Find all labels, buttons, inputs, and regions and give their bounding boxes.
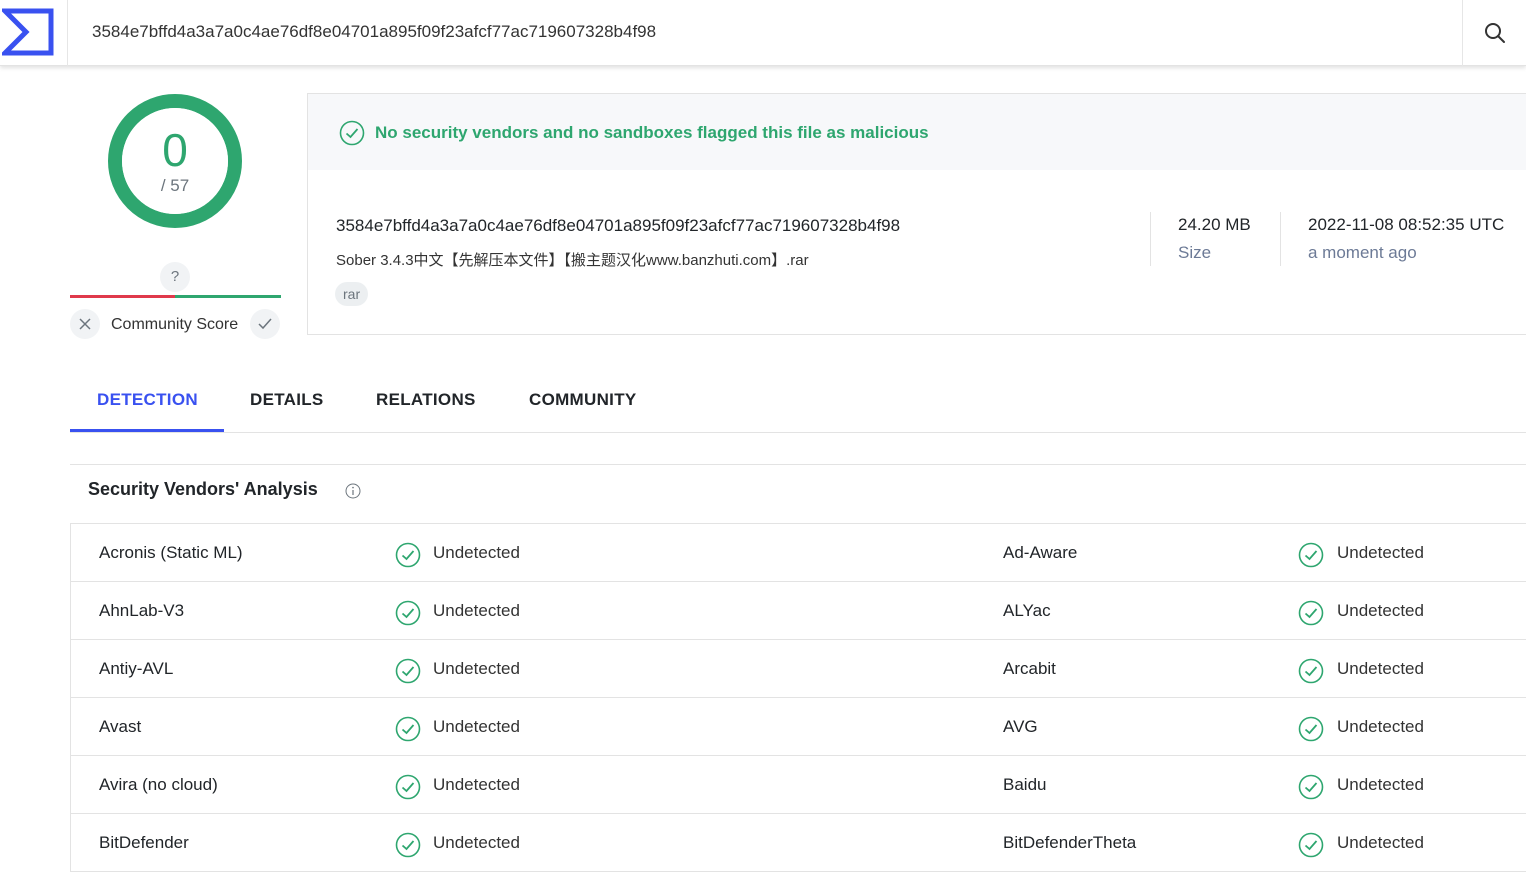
check-circle-icon [1298, 774, 1324, 805]
analysis-date-relative: a moment ago [1308, 243, 1417, 262]
community-score-unknown: ? [160, 262, 190, 292]
vendor-name: Ad-Aware [1003, 543, 1078, 562]
search-input[interactable] [92, 20, 1432, 44]
verdict-message: No security vendors and no sandboxes fla… [375, 123, 929, 142]
meta-divider [1150, 212, 1151, 266]
file-size-label: Size [1178, 243, 1212, 262]
file-hash[interactable]: 3584e7bffd4a3a7a0c4ae76df8e04701a895f09f… [336, 216, 900, 236]
vendor-results-table: Acronis (Static ML) Undetected Ad-Aware Und… [70, 523, 1526, 872]
vendor-result: Undetected [433, 775, 520, 794]
table-row: AhnLab-V3 Undetected ALYac Undetected [71, 582, 1526, 640]
vendor-name: ALYac [1003, 601, 1051, 620]
check-circle-icon [395, 774, 421, 805]
table-row: Antiy-AVL Undetected Arcabit Undetected [71, 640, 1526, 698]
section-title: Security Vendors' Analysis [88, 479, 318, 499]
check-circle-icon [339, 120, 365, 146]
table-row: Avira (no cloud) Undetected Baidu Undetecte… [71, 756, 1526, 814]
search-button[interactable] [1462, 0, 1526, 66]
vendor-result: Undetected [433, 601, 520, 620]
active-tab-indicator [70, 429, 224, 432]
community-bar-positive [175, 295, 281, 298]
table-row: BitDefender Undetected BitDefenderTheta Und… [71, 814, 1526, 872]
vendor-result: Undetected [1337, 659, 1424, 678]
sigma-logo-icon [2, 8, 54, 56]
report-tabs: DETECTION DETAILS RELATIONS COMMUNITY [70, 378, 1526, 433]
check-circle-icon [1298, 600, 1324, 631]
vendor-name: AhnLab-V3 [99, 601, 185, 620]
vendor-result: Undetected [1337, 717, 1424, 736]
check-circle-icon [1298, 658, 1324, 689]
vendor-result: Undetected [433, 717, 520, 736]
verdict-banner: No security vendors and no sandboxes fla… [308, 94, 1526, 170]
check-circle-icon [395, 658, 421, 689]
tab-community[interactable]: COMMUNITY [529, 390, 637, 410]
meta-divider [1280, 212, 1281, 266]
vendor-result: Undetected [1337, 543, 1424, 562]
analysis-date-value: 2022-11-08 08:52:35 UTC [1308, 215, 1505, 234]
check-circle-icon [1298, 716, 1324, 747]
tab-details[interactable]: DETAILS [250, 390, 324, 410]
vendor-name: Antiy-AVL [99, 659, 174, 678]
check-circle-icon [1298, 542, 1324, 573]
file-size-value: 24.20 MB [1178, 215, 1251, 234]
check-circle-icon [395, 832, 421, 863]
vendor-name: BitDefenderTheta [1003, 833, 1137, 852]
vendor-name: Arcabit [1003, 659, 1056, 678]
detection-count: 0 [162, 124, 188, 176]
check-circle-icon [395, 716, 421, 747]
vendor-name: AVG [1003, 717, 1038, 736]
check-circle-icon [395, 600, 421, 631]
table-row: Avast Undetected AVG Undetected [71, 698, 1526, 756]
info-icon[interactable] [345, 483, 361, 499]
vendor-name: Acronis (Static ML) [99, 543, 243, 562]
check-circle-icon [1298, 832, 1324, 863]
tab-detection[interactable]: DETECTION [97, 390, 198, 410]
virustotal-logo[interactable] [0, 0, 68, 66]
vendor-result: Undetected [1337, 601, 1424, 620]
check-icon [258, 318, 272, 330]
file-type-tag[interactable]: rar [335, 282, 369, 306]
close-icon [79, 318, 91, 330]
vendor-result: Undetected [433, 833, 520, 852]
detection-total: / 57 [160, 176, 190, 195]
vendor-name: BitDefender [99, 833, 189, 852]
vendor-name: Avira (no cloud) [99, 775, 218, 794]
search-icon [1484, 23, 1505, 43]
table-row: Acronis (Static ML) Undetected Ad-Aware Und… [71, 524, 1526, 582]
vendor-result: Undetected [1337, 833, 1424, 852]
vote-harmless-button[interactable] [250, 309, 280, 339]
vendor-result: Undetected [433, 659, 520, 678]
vendor-result: Undetected [1337, 775, 1424, 794]
file-name: Sober 3.4.3中文【先解压本文件】【搬主题汉化www.banzhuti.… [336, 252, 809, 269]
community-score-label: Community Score [111, 316, 239, 333]
security-vendors-section: Security Vendors' Analysis Acronis (Stat… [70, 464, 1526, 872]
file-summary-card: No security vendors and no sandboxes fla… [307, 93, 1526, 335]
check-circle-icon [395, 542, 421, 573]
vote-malicious-button[interactable] [70, 309, 100, 339]
vendor-result: Undetected [433, 543, 520, 562]
top-bar [0, 0, 1526, 66]
vendor-name: Avast [99, 717, 142, 736]
vendor-name: Baidu [1003, 775, 1047, 794]
community-bar-negative [70, 295, 175, 298]
tab-relations[interactable]: RELATIONS [376, 390, 476, 410]
